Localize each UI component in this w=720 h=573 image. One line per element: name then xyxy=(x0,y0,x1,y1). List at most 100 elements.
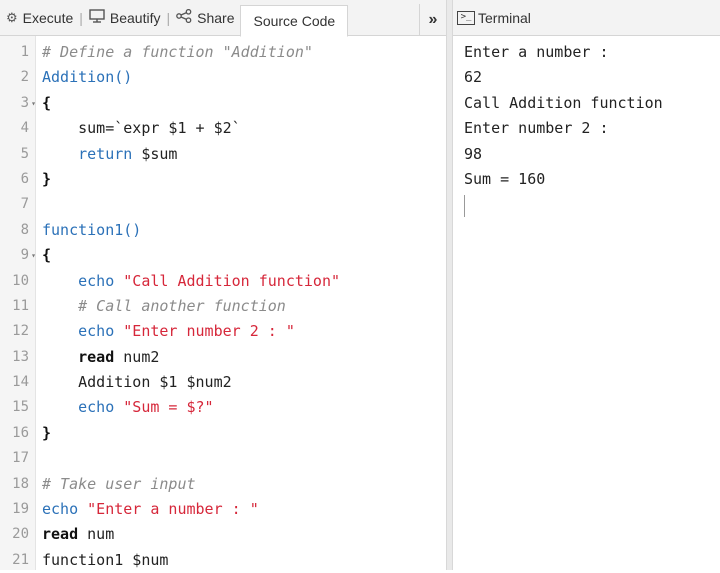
terminal-line: Enter number 2 : xyxy=(464,119,609,138)
code-line: } xyxy=(42,169,52,188)
line-number: 18 xyxy=(12,475,29,492)
line-number: 15 xyxy=(12,399,29,416)
code-line: echo "Sum = $?" xyxy=(42,395,446,420)
execute-label: Execute xyxy=(22,9,74,26)
code-line: # Take user input xyxy=(42,472,446,497)
gears-icon: ⚙ xyxy=(6,9,18,25)
line-number: 8 xyxy=(20,221,29,238)
code-line: function1() xyxy=(42,218,446,243)
terminal-line: 62 xyxy=(464,68,483,87)
terminal-line: Enter a number : xyxy=(464,43,609,61)
more-tabs-button[interactable]: » xyxy=(419,4,446,35)
code-function-name: function1() xyxy=(42,220,142,239)
code-string: "Enter a number : " xyxy=(87,500,259,519)
pane-resize-handle[interactable] xyxy=(446,0,453,570)
code-line: function1 $num xyxy=(42,548,446,573)
code-comment: # Call another function xyxy=(78,296,286,315)
code-line: { xyxy=(42,93,52,112)
code-text: sum=`expr $1 + $2` xyxy=(78,119,241,138)
code-text: num xyxy=(78,525,115,544)
code-keyword: read xyxy=(78,347,115,366)
code-text: function1 $num xyxy=(42,550,169,569)
line-number: 11 xyxy=(12,297,29,314)
terminal-pane: >_ Terminal Enter a number : 62 Call Add… xyxy=(453,0,720,570)
line-number: 21 xyxy=(12,551,29,568)
line-number: 5 xyxy=(20,145,29,162)
code-string: "Sum = $?" xyxy=(123,398,214,417)
code-string: "Enter number 2 : " xyxy=(123,322,295,341)
line-number: 17 xyxy=(12,450,29,467)
code-text: num2 xyxy=(114,347,160,366)
code-line: return $sum xyxy=(42,142,446,167)
line-number: 3 ▾ xyxy=(0,91,36,116)
terminal-title: Terminal xyxy=(478,9,531,26)
line-number: 13 xyxy=(12,348,29,365)
fold-arrow-icon[interactable]: ▾ xyxy=(31,91,36,116)
code-line: echo "Enter number 2 : " xyxy=(42,319,446,344)
code-keyword: echo xyxy=(42,500,79,519)
line-number: 9 ▾ xyxy=(0,243,36,268)
execute-button[interactable]: ⚙ Execute xyxy=(0,0,79,36)
code-keyword: return xyxy=(78,144,133,163)
terminal-line: Sum = 160 xyxy=(464,169,546,188)
line-number: 20 xyxy=(12,526,29,543)
beautify-label: Beautify xyxy=(109,9,161,26)
code-line: Addition $1 $num2 xyxy=(42,370,446,395)
beautify-button[interactable]: Beautify xyxy=(83,0,167,36)
code-line: read num2 xyxy=(42,345,446,370)
code-keyword: echo xyxy=(78,271,115,290)
code-line: Addition() xyxy=(42,65,446,90)
tab-source-code-label: Source Code xyxy=(253,12,336,29)
terminal-line: 98 xyxy=(464,144,483,163)
line-number: 16 xyxy=(12,424,29,441)
code-line: } xyxy=(42,423,52,442)
monitor-icon xyxy=(89,9,105,26)
line-number: 6 xyxy=(20,170,29,187)
code-line: # Call another function xyxy=(42,294,446,319)
code-keyword: read xyxy=(42,525,79,544)
terminal-header: >_ Terminal xyxy=(453,0,720,36)
code-text: $sum xyxy=(132,144,178,163)
terminal-line: Call Addition function xyxy=(464,93,663,112)
editor-pane: ⚙ Execute | Beautify | Share Source Code… xyxy=(0,0,446,570)
code-editor[interactable]: 1 2 3 ▾ 4 5 6 7 8 9 ▾ 10 11 12 13 14 15 16… xyxy=(0,36,446,570)
terminal-icon: >_ xyxy=(457,10,475,25)
line-number: 2 xyxy=(20,69,29,86)
code-line: { xyxy=(42,246,52,265)
code-line: # Define a function "Addition" xyxy=(42,40,446,65)
line-number: 10 xyxy=(12,272,29,289)
double-chevron-right-icon: » xyxy=(428,10,438,28)
terminal-cursor xyxy=(464,195,465,218)
line-number: 1 xyxy=(20,44,29,60)
share-icon xyxy=(176,8,192,26)
code-line: sum=`expr $1 + $2` xyxy=(42,116,446,141)
code-line: echo "Call Addition function" xyxy=(42,269,446,294)
line-number: 12 xyxy=(12,323,29,340)
share-label: Share xyxy=(197,9,235,26)
line-number: 4 xyxy=(20,120,29,137)
editor-toolbar: ⚙ Execute | Beautify | Share Source Code… xyxy=(0,0,446,37)
terminal-output[interactable]: Enter a number : 62 Call Addition functi… xyxy=(453,36,720,218)
line-number: 7 xyxy=(20,196,29,213)
line-number: 14 xyxy=(12,374,29,391)
code-function-name: Addition() xyxy=(42,68,133,87)
code-line: read num xyxy=(42,522,446,547)
share-button[interactable]: Share xyxy=(170,0,240,36)
code-keyword: echo xyxy=(78,322,115,341)
code-keyword: echo xyxy=(78,398,115,417)
line-number-gutter: 1 2 3 ▾ 4 5 6 7 8 9 ▾ 10 11 12 13 14 15 16… xyxy=(0,36,36,570)
tab-source-code[interactable]: Source Code xyxy=(240,4,349,37)
line-number: 19 xyxy=(12,501,29,518)
fold-arrow-icon[interactable]: ▾ xyxy=(31,243,36,268)
code-line: echo "Enter a number : " xyxy=(42,497,446,522)
code-area[interactable]: # Define a function "Addition" Addition(… xyxy=(36,36,446,570)
